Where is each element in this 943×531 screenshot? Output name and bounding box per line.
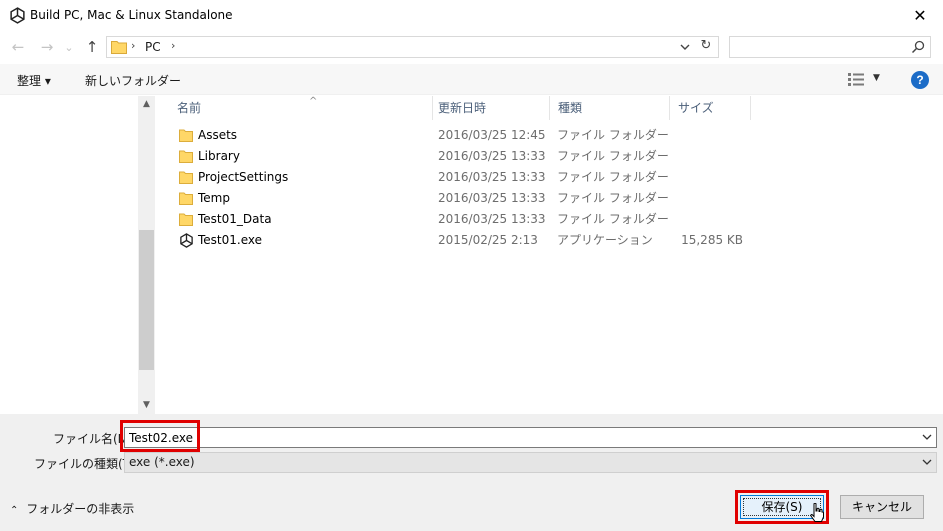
file-date: 2016/03/25 12:45 — [438, 128, 546, 142]
file-list: 名前 ^ 更新日時 種類 サイズ Assets 2016/03/25 12:45 フ… — [155, 96, 943, 414]
navigation-scrollbar[interactable]: ▲ ▼ — [138, 96, 155, 414]
file-row[interactable]: ProjectSettings 2016/03/25 13:33 ファイル フォルダ… — [173, 167, 773, 188]
breadcrumb-pc[interactable]: PC — [145, 40, 161, 54]
file-date: 2016/03/25 13:33 — [438, 191, 546, 205]
breadcrumb-separator-icon: › — [131, 39, 136, 52]
close-button[interactable]: ✕ — [897, 0, 943, 31]
file-name: Assets — [198, 128, 238, 142]
recent-locations-button[interactable]: ⌄ — [62, 37, 76, 57]
sort-up-icon: ^ — [309, 96, 318, 107]
file-row[interactable]: Test01_Data 2016/03/25 13:33 ファイル フォルダー — [173, 209, 773, 230]
folder-icon — [179, 150, 193, 163]
column-header-size[interactable]: サイズ — [670, 96, 751, 120]
arrow-up-icon: ↑ — [85, 38, 99, 56]
organize-button[interactable]: 整理 ▾ — [17, 72, 51, 89]
scrollbar-thumb[interactable] — [139, 230, 154, 370]
column-date-label: 更新日時 — [438, 101, 487, 115]
mouse-cursor-icon — [810, 503, 824, 522]
filename-field[interactable] — [124, 427, 937, 448]
help-icon[interactable]: ? — [911, 71, 929, 89]
arrow-left-icon: ← — [11, 38, 25, 56]
hide-folders-label: フォルダーの非表示 — [26, 502, 135, 516]
file-row[interactable]: Assets 2016/03/25 12:45 ファイル フォルダー — [173, 125, 773, 146]
filename-input[interactable] — [129, 430, 889, 446]
file-date: 2016/03/25 13:33 — [438, 149, 546, 163]
file-type: ファイル フォルダー — [557, 212, 669, 226]
navigation-pane[interactable] — [0, 96, 138, 414]
file-size: 15,285 KB — [681, 233, 743, 247]
column-header-type[interactable]: 種類 — [550, 96, 670, 120]
file-name: Temp — [198, 191, 230, 205]
file-date: 2016/03/25 13:33 — [438, 170, 546, 184]
cancel-button[interactable]: キャンセル — [840, 495, 924, 519]
column-size-label: サイズ — [678, 101, 714, 115]
filetype-select[interactable]: exe (*.exe) — [124, 452, 937, 473]
scroll-up-icon[interactable]: ▲ — [138, 96, 155, 113]
column-name-label: 名前 — [177, 101, 202, 115]
file-name: ProjectSettings — [198, 170, 289, 184]
forward-button[interactable]: → — [37, 37, 57, 57]
unity-app-icon — [180, 233, 193, 248]
view-options-icon[interactable] — [848, 73, 864, 86]
arrow-right-icon: → — [40, 38, 54, 56]
column-header-name[interactable]: 名前 ^ — [169, 96, 433, 120]
unity-icon — [10, 7, 25, 24]
file-row[interactable]: Temp 2016/03/25 13:33 ファイル フォルダー — [173, 188, 773, 209]
file-type: ファイル フォルダー — [557, 128, 669, 142]
file-date: 2015/02/25 2:13 — [438, 233, 538, 247]
hide-folders-toggle[interactable]: ⌃ フォルダーの非表示 — [10, 500, 134, 517]
close-icon: ✕ — [913, 6, 927, 25]
column-type-label: 種類 — [558, 101, 583, 115]
title-bar: Build PC, Mac & Linux Standalone ✕ — [0, 0, 943, 31]
search-box[interactable] — [729, 36, 931, 58]
cancel-button-label: キャンセル — [851, 500, 912, 514]
new-folder-button[interactable]: 新しいフォルダー — [85, 72, 181, 89]
chevron-down-icon: ⌄ — [64, 40, 74, 54]
file-type: アプリケーション — [557, 233, 653, 247]
chevron-down-icon — [922, 459, 932, 465]
file-name: Library — [198, 149, 240, 163]
file-row[interactable]: Test01.exe 2015/02/25 2:13 アプリケーション 15,285 … — [173, 230, 773, 251]
file-name: Test01.exe — [198, 233, 263, 247]
back-button[interactable]: ← — [8, 37, 28, 57]
save-form-panel: ファイル名(N): ファイルの種類(T): exe (*.exe) ⌃ フォルダ… — [0, 414, 943, 531]
folder-icon — [179, 171, 193, 184]
file-name: Test01_Data — [198, 212, 272, 226]
file-type: ファイル フォルダー — [557, 170, 669, 184]
scroll-down-icon[interactable]: ▼ — [138, 397, 155, 414]
breadcrumb-separator-icon[interactable]: › — [171, 39, 175, 52]
folder-icon — [111, 41, 127, 54]
refresh-icon[interactable]: ↻ — [698, 38, 714, 56]
chevron-down-icon[interactable] — [678, 40, 692, 54]
file-type: ファイル フォルダー — [557, 191, 669, 205]
chevron-down-icon[interactable] — [922, 432, 932, 442]
filetype-value: exe (*.exe) — [129, 455, 195, 469]
file-type: ファイル フォルダー — [557, 149, 669, 163]
folder-icon — [179, 213, 193, 226]
address-bar[interactable]: › PC › ↻ — [106, 36, 719, 58]
folder-icon — [179, 129, 193, 142]
chevron-up-icon: ⌃ — [10, 505, 19, 516]
highlight-box-filename — [120, 420, 200, 452]
search-icon — [911, 40, 925, 54]
view-dropdown-icon[interactable]: ▼ — [873, 73, 880, 83]
column-header-date[interactable]: 更新日時 — [430, 96, 550, 120]
window-title: Build PC, Mac & Linux Standalone — [30, 8, 233, 22]
file-date: 2016/03/25 13:33 — [438, 212, 546, 226]
file-row[interactable]: Library 2016/03/25 13:33 ファイル フォルダー — [173, 146, 773, 167]
up-button[interactable]: ↑ — [82, 37, 102, 57]
folder-icon — [179, 192, 193, 205]
toolbar: 整理 ▾ 新しいフォルダー ▼ ? — [0, 64, 943, 95]
navigation-bar: ← → ⌄ ↑ › PC › ↻ — [0, 31, 943, 63]
